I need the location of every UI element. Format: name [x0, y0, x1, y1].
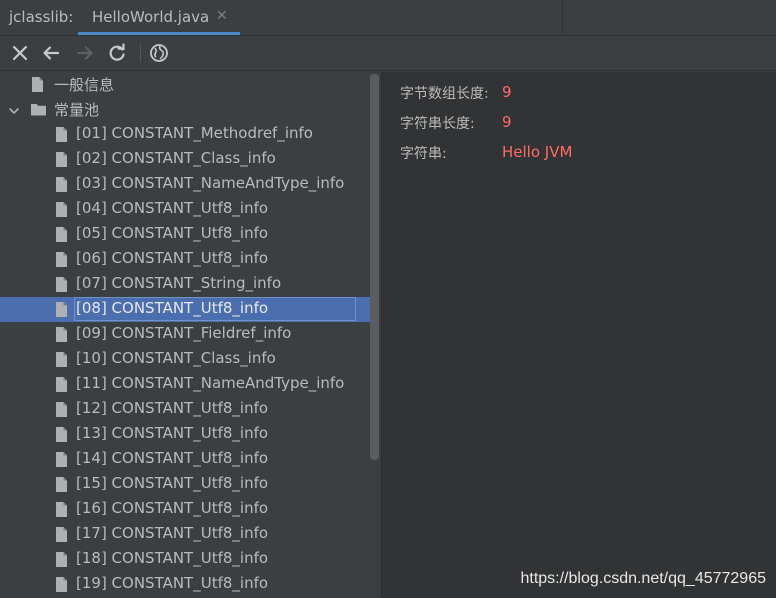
detail-field: 字节数组长度: 9: [400, 83, 760, 105]
tree-node-label: 一般信息: [54, 76, 115, 94]
tree-node[interactable]: [15] CONSTANT_Utf8_info: [0, 472, 370, 497]
tab-bar-divider: [562, 0, 563, 35]
tab-helloworld-java[interactable]: HelloWorld.java ✕: [78, 0, 240, 35]
tool-window-title: jclasslib:: [9, 8, 74, 26]
file-icon: [54, 276, 69, 293]
tree-node-label: [11] CONSTANT_NameAndType_info: [76, 374, 345, 392]
tree-scrollbar-thumb[interactable]: [370, 74, 379, 460]
tree-node-label: [08] CONSTANT_Utf8_info: [76, 299, 269, 317]
tree-node[interactable]: [09] CONSTANT_Fieldref_info: [0, 322, 370, 347]
file-icon: [54, 376, 69, 393]
watermark: https://blog.csdn.net/qq_45772965: [520, 570, 766, 587]
file-icon: [54, 576, 69, 593]
tree-node-folder[interactable]: 常量池: [0, 97, 370, 122]
tree-node[interactable]: [02] CONSTANT_Class_info: [0, 147, 370, 172]
tree-node[interactable]: [08] CONSTANT_Utf8_info: [0, 297, 370, 322]
tree-node[interactable]: 一般信息: [0, 72, 370, 97]
tree-node[interactable]: [01] CONSTANT_Methodref_info: [0, 122, 370, 147]
detail-field-key: 字符串长度:: [400, 116, 475, 132]
tree-node[interactable]: [04] CONSTANT_Utf8_info: [0, 197, 370, 222]
tree-node-label: [09] CONSTANT_Fieldref_info: [76, 324, 292, 342]
tree-node[interactable]: [18] CONSTANT_Utf8_info: [0, 547, 370, 572]
tree-node-label: [15] CONSTANT_Utf8_info: [76, 474, 269, 492]
file-icon: [54, 226, 69, 243]
tree-node-label: [03] CONSTANT_NameAndType_info: [76, 174, 345, 192]
tree-node-label: [14] CONSTANT_Utf8_info: [76, 449, 269, 467]
tree-node-label: [13] CONSTANT_Utf8_info: [76, 424, 269, 442]
tree-node[interactable]: [17] CONSTANT_Utf8_info: [0, 522, 370, 547]
arrow-right-icon[interactable]: [74, 42, 96, 64]
tree-node-label: [10] CONSTANT_Class_info: [76, 349, 276, 367]
file-icon: [30, 76, 45, 93]
tree-node[interactable]: [19] CONSTANT_Utf8_info: [0, 572, 370, 597]
file-icon: [54, 251, 69, 268]
tree-node-label: [05] CONSTANT_Utf8_info: [76, 224, 269, 242]
globe-icon[interactable]: [148, 42, 170, 64]
tree-node[interactable]: [13] CONSTANT_Utf8_info: [0, 422, 370, 447]
file-icon: [54, 301, 69, 318]
chevron-down-icon[interactable]: [8, 103, 20, 115]
file-icon: [54, 176, 69, 193]
folder-icon: [30, 101, 46, 118]
tree-node[interactable]: [10] CONSTANT_Class_info: [0, 347, 370, 372]
tree-node-label: [07] CONSTANT_String_info: [76, 274, 282, 292]
detail-field-key: 字节数组长度:: [400, 86, 489, 102]
detail-field-value: Hello JVM: [502, 143, 573, 161]
file-icon: [54, 451, 69, 468]
file-icon: [54, 476, 69, 493]
class-structure-tree[interactable]: 一般信息常量池 [01] CONSTANT_Methodref_info [02] …: [0, 72, 380, 598]
arrow-left-icon[interactable]: [40, 42, 62, 64]
file-icon: [54, 501, 69, 518]
tree-node[interactable]: [03] CONSTANT_NameAndType_info: [0, 172, 370, 197]
tree-scrollbar[interactable]: [370, 72, 380, 598]
tree-node[interactable]: [16] CONSTANT_Utf8_info: [0, 497, 370, 522]
tree-node[interactable]: [07] CONSTANT_String_info: [0, 272, 370, 297]
file-icon: [54, 126, 69, 143]
tree-node-label: [19] CONSTANT_Utf8_info: [76, 574, 269, 592]
tree-node-label: [18] CONSTANT_Utf8_info: [76, 549, 269, 567]
detail-field-value: 9: [502, 83, 512, 101]
file-icon: [54, 351, 69, 368]
toolbar-separator: [140, 44, 141, 62]
tree-node-label: [16] CONSTANT_Utf8_info: [76, 499, 269, 517]
detail-field: 字符串长度: 9: [400, 113, 760, 135]
tab-close-icon[interactable]: ✕: [216, 8, 228, 24]
tree-node[interactable]: [12] CONSTANT_Utf8_info: [0, 397, 370, 422]
file-icon: [54, 401, 69, 418]
tab-bar: jclasslib: HelloWorld.java ✕: [0, 0, 776, 36]
jclasslib-window: jclasslib: HelloWorld.java ✕ 一般信息 常量池 [0…: [0, 0, 776, 598]
file-icon: [54, 551, 69, 568]
file-icon: [54, 201, 69, 218]
tree-node[interactable]: [05] CONSTANT_Utf8_info: [0, 222, 370, 247]
tree-node-label: 常量池: [54, 101, 100, 119]
tree-node-label: [06] CONSTANT_Utf8_info: [76, 249, 269, 267]
file-icon: [54, 326, 69, 343]
tree-node-label: [02] CONSTANT_Class_info: [76, 149, 276, 167]
tree-node[interactable]: [11] CONSTANT_NameAndType_info: [0, 372, 370, 397]
tree-node[interactable]: [06] CONSTANT_Utf8_info: [0, 247, 370, 272]
tab-label: HelloWorld.java: [92, 8, 210, 26]
detail-panel: 字节数组长度: 9 字符串长度: 9 字符串: Hello JVM: [381, 72, 776, 598]
detail-field-key: 字符串:: [400, 146, 447, 162]
toolbar: [0, 36, 776, 71]
close-icon[interactable]: [9, 42, 31, 64]
tree-node-label: [17] CONSTANT_Utf8_info: [76, 524, 269, 542]
detail-field-value: 9: [502, 113, 512, 131]
tree-node-label: [12] CONSTANT_Utf8_info: [76, 399, 269, 417]
tree-node[interactable]: [14] CONSTANT_Utf8_info: [0, 447, 370, 472]
file-icon: [54, 526, 69, 543]
detail-field: 字符串: Hello JVM: [400, 143, 760, 165]
tree-node-label: [04] CONSTANT_Utf8_info: [76, 199, 269, 217]
file-icon: [54, 426, 69, 443]
file-icon: [54, 151, 69, 168]
tree-node-label: [01] CONSTANT_Methodref_info: [76, 124, 313, 142]
refresh-icon[interactable]: [106, 42, 128, 64]
